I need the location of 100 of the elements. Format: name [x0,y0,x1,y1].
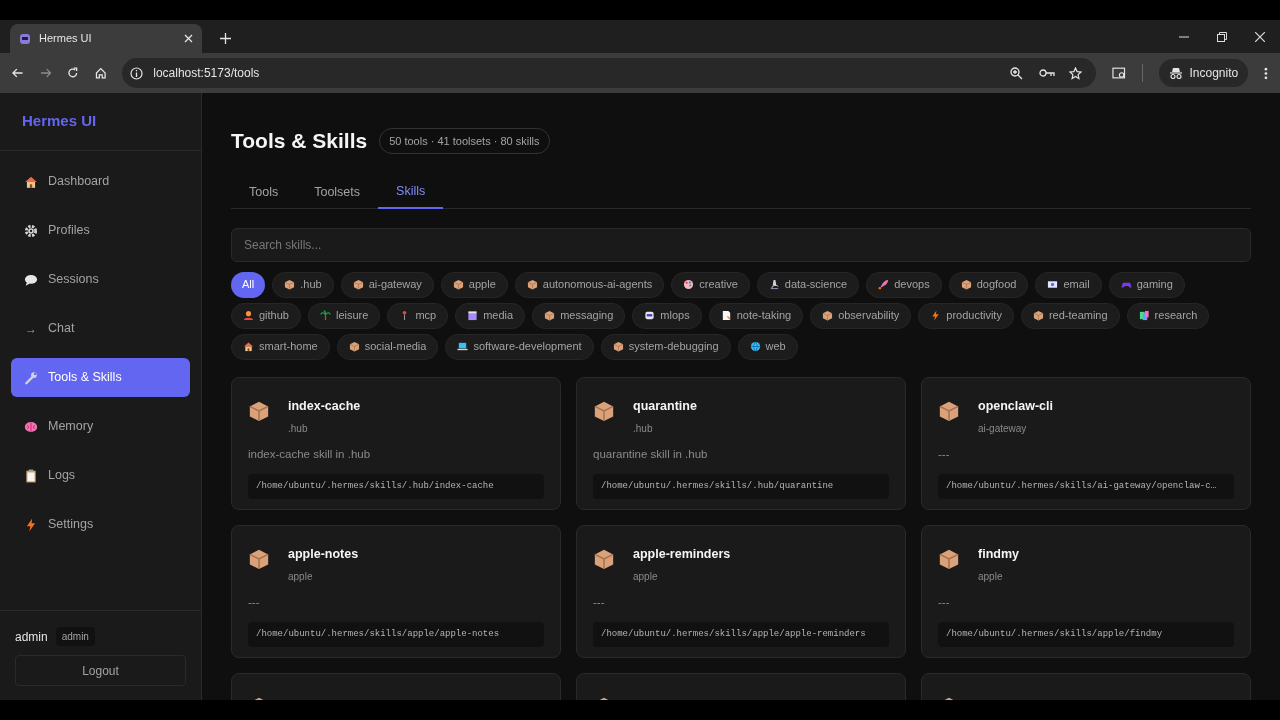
filter-chip[interactable]: media [455,302,526,329]
skill-path: /home/ubuntu/.hermes/skills/.hub/quarantine [593,473,889,499]
filter-chip[interactable]: devops [866,271,942,298]
page-title: Tools & Skills [231,128,368,154]
skill-description: quarantine skill in .hub [593,447,709,463]
skill-description: --- [938,595,951,611]
menu-icon[interactable] [1264,66,1268,80]
filter-chip[interactable]: social-media [336,333,439,360]
filter-chip[interactable]: creative [671,271,750,298]
filter-chip[interactable]: mcp [387,302,449,329]
nav-item[interactable]: Sessions [11,260,190,299]
filter-chip[interactable]: software-development [445,333,594,360]
incognito-button[interactable]: Incognito [1159,59,1249,87]
skill-card[interactable]: index-cache .hub index-cache skill in .hub /home/ubuntu/.hermes/skills/.hub/index-cache [231,376,561,510]
box-icon [612,341,624,352]
skill-name: apple-notes [288,545,359,563]
close-icon[interactable] [184,34,193,43]
nav-item[interactable]: Memory [11,407,190,446]
filter-chip[interactable]: .hub [272,271,334,298]
filter-chip[interactable]: leisure [308,302,381,329]
restore-icon[interactable] [1217,31,1227,42]
box-icon [526,279,538,290]
skill-name: quarantine [633,397,697,415]
star-icon[interactable] [1069,66,1083,80]
tab[interactable]: Skills [378,176,444,209]
palette-icon [683,279,695,290]
arrow-glyph: → [24,320,38,338]
nav-item[interactable]: Dashboard [11,162,190,201]
box-icon [938,547,960,570]
filter-chip[interactable]: ai-gateway [340,271,434,298]
filter-chip[interactable]: system-debugging [600,333,731,360]
skill-category: .hub [288,422,309,437]
microscope-icon [768,279,780,290]
nav-item[interactable]: Logs [11,456,190,495]
box-icon [938,399,960,422]
skill-path: /home/ubuntu/.hermes/skills/apple/apple-reminders [593,621,889,647]
house-icon [24,174,38,189]
filter-chip[interactable]: gaming [1108,271,1185,298]
clipboard-icon [24,468,38,483]
filter-chip[interactable]: observability [810,302,912,329]
filter-chip[interactable]: productivity [918,302,1014,329]
tab-search-icon[interactable] [1112,66,1127,80]
key-icon[interactable] [1039,68,1056,78]
skill-category: ai-gateway [978,422,1028,437]
nav-item[interactable]: → Chat [11,309,190,348]
tab[interactable]: Toolsets [296,176,379,209]
home-icon[interactable] [94,67,107,79]
role-badge: admin [55,627,95,646]
filter-chip[interactable]: red-teaming [1020,302,1120,329]
reload-icon[interactable] [67,67,79,79]
filter-chip[interactable]: web [737,333,798,360]
globe-icon [749,341,761,352]
filter-chip[interactable]: mlops [632,302,702,329]
skill-description: --- [593,595,606,611]
nav-item[interactable]: Settings [11,505,190,544]
filter-chip[interactable]: messaging [532,302,626,329]
palm-tree-icon [320,310,331,321]
filter-chip[interactable]: note-taking [708,302,804,329]
skill-category: apple [978,570,1004,585]
skill-card[interactable]: openclaw-cli ai-gateway --- /home/ubuntu/.hermes/skills/ai-gateway/openclaw-c… [921,376,1251,510]
filter-chip[interactable]: All [231,271,266,298]
address-bar[interactable]: localhost:5173/tools [122,58,1097,88]
filter-chip[interactable]: data-science [756,271,860,298]
skill-category: apple [633,570,659,585]
filter-chip[interactable]: research [1126,302,1210,329]
url-text: localhost:5173/tools [153,65,261,82]
nav-item[interactable]: Tools & Skills [11,358,190,397]
skill-card[interactable]: apple-notes apple --- /home/ubuntu/.hermes/skills/apple/apple-notes [231,524,561,658]
filter-chip[interactable]: dogfood [948,271,1029,298]
forward-icon[interactable] [39,67,52,79]
skill-card[interactable]: quarantine .hub quarantine skill in .hub /home/ubuntu/.hermes/skills/.hub/quarantine [576,376,906,510]
filter-chip[interactable]: email [1035,271,1102,298]
nav-item[interactable]: Profiles [11,211,190,250]
logout-button[interactable]: Logout [15,655,186,686]
filter-chip[interactable]: autonomous-ai-agents [514,271,665,298]
box-icon [248,399,270,422]
skill-description: --- [938,447,951,463]
back-icon[interactable] [12,67,24,79]
box-icon [1032,310,1044,321]
filter-chip[interactable]: github [231,302,301,329]
tab[interactable]: Tools [231,176,297,209]
skill-card[interactable]: apple-reminders apple --- /home/ubuntu/.hermes/skills/apple/apple-reminders [576,524,906,658]
filter-chip[interactable]: smart-home [231,333,330,360]
close-icon[interactable] [1255,31,1265,42]
search-field[interactable]: Search skills... [231,227,1251,262]
skill-name: index-cache [288,397,361,415]
box-icon [348,341,360,352]
box-icon [284,279,296,290]
box-icon [960,279,972,290]
gear-icon [24,223,38,238]
skill-category: .hub [633,422,654,437]
zoom-icon[interactable] [1010,66,1024,80]
tab-title: Hermes UI [39,31,93,47]
info-icon [130,66,144,80]
filter-chip[interactable]: apple [440,271,508,298]
brain-icon [24,419,38,434]
lightning-icon [24,517,38,532]
new-tab-icon[interactable] [220,33,231,44]
skill-card[interactable]: findmy apple --- /home/ubuntu/.hermes/skills/apple/findmy [921,524,1251,658]
browser-tab[interactable]: Hermes UI [10,24,202,53]
